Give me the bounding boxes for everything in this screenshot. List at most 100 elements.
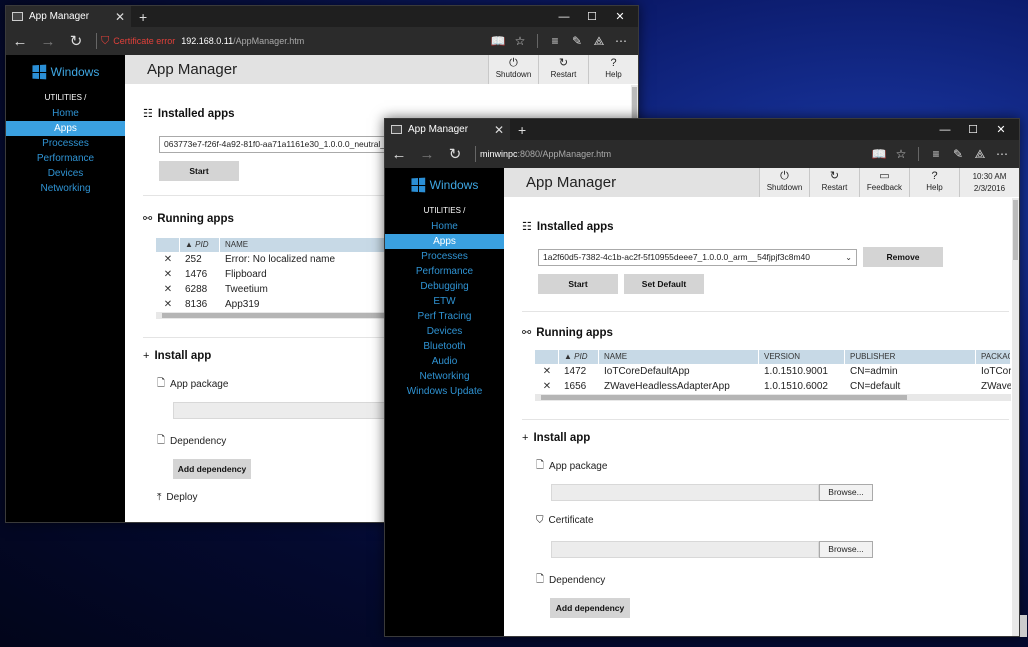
certificate-browse-button[interactable]: Browse...: [819, 541, 873, 558]
sidebar-item-performance[interactable]: Performance: [385, 264, 504, 279]
close-icon[interactable]: ✕: [987, 123, 1015, 136]
minimize-icon[interactable]: —: [931, 124, 959, 136]
installed-apps-select[interactable]: 1a2f60d5-7382-4c1b-ac2f-5f10955deee7_1.0…: [538, 249, 857, 266]
share-icon[interactable]: ⟁: [969, 147, 991, 162]
new-tab-icon[interactable]: +: [139, 9, 147, 25]
add-dependency-button[interactable]: Add dependency: [550, 598, 630, 618]
sidebar-item-devices[interactable]: Devices: [385, 324, 504, 339]
add-dependency-button[interactable]: Add dependency: [173, 459, 251, 479]
name-column-header[interactable]: NAME: [220, 238, 399, 252]
feedback-button[interactable]: ▭ Feedback: [859, 168, 909, 197]
hub-icon[interactable]: ≡: [925, 147, 947, 161]
app-package-field[interactable]: [551, 484, 819, 501]
back-icon[interactable]: ←: [385, 146, 413, 163]
forward-icon[interactable]: →: [34, 33, 62, 50]
install-app-heading: + Install app: [522, 432, 1009, 444]
sidebar-item-apps[interactable]: Apps: [6, 121, 125, 136]
remove-button[interactable]: Remove: [863, 247, 943, 267]
browser-tab[interactable]: App Manager ✕: [385, 119, 510, 140]
plus-icon: +: [143, 350, 150, 362]
sidebar-item-perf-tracing[interactable]: Perf Tracing: [385, 309, 504, 324]
web-note-icon[interactable]: ✎: [947, 147, 969, 161]
maximize-icon[interactable]: ☐: [578, 10, 606, 23]
pid-column-header[interactable]: ▲ PID: [559, 350, 599, 364]
shutdown-button[interactable]: ⏻ Shutdown: [759, 168, 809, 197]
favorite-star-icon[interactable]: ☆: [890, 147, 912, 161]
horizontal-scrollbar[interactable]: [156, 312, 399, 319]
package-column-header[interactable]: PACKAG: [976, 350, 1011, 364]
more-icon[interactable]: ⋯: [610, 34, 632, 48]
new-tab-icon[interactable]: +: [518, 122, 526, 138]
app-package-browse-button[interactable]: Browse...: [819, 484, 873, 501]
sidebar-item-windows-update[interactable]: Windows Update: [385, 384, 504, 399]
sidebar-item-networking[interactable]: Networking: [6, 181, 125, 196]
more-icon[interactable]: ⋯: [991, 147, 1013, 161]
start-button[interactable]: Start: [159, 161, 239, 181]
sidebar-item-devices[interactable]: Devices: [6, 166, 125, 181]
hub-icon[interactable]: ≡: [544, 34, 566, 48]
table-row: ✕ 1656 ZWaveHeadlessAdapterApp 1.0.1510.…: [535, 379, 1011, 394]
set-default-button[interactable]: Set Default: [624, 274, 704, 294]
close-tab-icon[interactable]: ✕: [494, 123, 504, 137]
running-apps-table: ▲ PID NAME ✕ 252 Error: No localized nam…: [156, 238, 399, 319]
back-icon[interactable]: ←: [6, 33, 34, 50]
restart-button[interactable]: ↻ Restart: [809, 168, 859, 197]
app-package-field[interactable]: [173, 402, 399, 419]
close-app-icon[interactable]: ✕: [156, 252, 180, 267]
share-icon[interactable]: ⟁: [588, 34, 610, 49]
horizontal-scrollbar[interactable]: [535, 394, 1011, 401]
address-bar: ← → ↻ minwinpc:8080/AppManager.htm 📖 ☆ ≡…: [385, 140, 1019, 168]
browser-tab[interactable]: App Manager ✕: [6, 6, 131, 27]
sidebar-item-debugging[interactable]: Debugging: [385, 279, 504, 294]
feedback-icon: ▭: [879, 170, 890, 182]
sidebar-item-audio[interactable]: Audio: [385, 354, 504, 369]
refresh-icon[interactable]: ↻: [62, 32, 90, 50]
start-button[interactable]: Start: [538, 274, 618, 294]
cert-error-icon[interactable]: ⛉: [101, 35, 109, 48]
close-app-icon[interactable]: ✕: [156, 282, 180, 297]
maximize-icon[interactable]: ☐: [959, 123, 987, 136]
sidebar-item-etw[interactable]: ETW: [385, 294, 504, 309]
cert-error-label[interactable]: Certificate error: [113, 36, 175, 46]
shutdown-button[interactable]: ⏻ Shutdown: [488, 55, 538, 84]
sidebar-item-apps[interactable]: Apps: [385, 234, 504, 249]
forward-icon[interactable]: →: [413, 146, 441, 163]
url-field[interactable]: minwinpc:8080/AppManager.htm: [480, 149, 611, 159]
url-field[interactable]: 192.168.0.11/AppManager.htm: [181, 36, 304, 46]
sidebar-item-home[interactable]: Home: [6, 106, 125, 121]
clock: 10:30 AM 2/3/2016: [959, 168, 1019, 197]
version-column-header[interactable]: VERSION: [759, 350, 845, 364]
vertical-scrollbar[interactable]: [1012, 198, 1019, 636]
close-app-icon[interactable]: ✕: [156, 267, 180, 282]
restart-button[interactable]: ↻ Restart: [538, 55, 588, 84]
sidebar-item-networking[interactable]: Networking: [385, 369, 504, 384]
sidebar-item-processes[interactable]: Processes: [385, 249, 504, 264]
reading-view-icon[interactable]: 📖: [487, 34, 509, 48]
installed-apps-select[interactable]: 063773e7-f26f-4a92-81f0-aa71a1161e30_1.0…: [159, 136, 399, 153]
favorite-star-icon[interactable]: ☆: [509, 34, 531, 48]
utilities-label: UTILITIES /: [423, 206, 466, 215]
package-cell: ZWave: [981, 381, 1011, 392]
sidebar-item-bluetooth[interactable]: Bluetooth: [385, 339, 504, 354]
help-button[interactable]: ? Help: [909, 168, 959, 197]
running-apps-icon: ⚯: [522, 327, 532, 339]
reading-view-icon[interactable]: 📖: [868, 147, 890, 161]
refresh-icon[interactable]: ↻: [441, 145, 469, 163]
name-column-header[interactable]: NAME: [599, 350, 759, 364]
web-note-icon[interactable]: ✎: [566, 34, 588, 48]
help-button[interactable]: ? Help: [588, 55, 638, 84]
sidebar-item-home[interactable]: Home: [385, 219, 504, 234]
minimize-icon[interactable]: —: [550, 11, 578, 23]
running-apps-icon: ⚯: [143, 213, 153, 225]
sidebar-item-performance[interactable]: Performance: [6, 151, 125, 166]
publisher-column-header[interactable]: PUBLISHER: [845, 350, 976, 364]
sidebar-item-processes[interactable]: Processes: [6, 136, 125, 151]
close-tab-icon[interactable]: ✕: [115, 10, 125, 24]
certificate-field[interactable]: [551, 541, 819, 558]
close-app-icon[interactable]: ✕: [535, 379, 559, 394]
list-icon: ☷: [143, 108, 153, 120]
pid-column-header[interactable]: ▲ PID: [180, 238, 220, 252]
close-app-icon[interactable]: ✕: [156, 297, 180, 312]
close-icon[interactable]: ✕: [606, 10, 634, 23]
close-app-icon[interactable]: ✕: [535, 364, 559, 379]
